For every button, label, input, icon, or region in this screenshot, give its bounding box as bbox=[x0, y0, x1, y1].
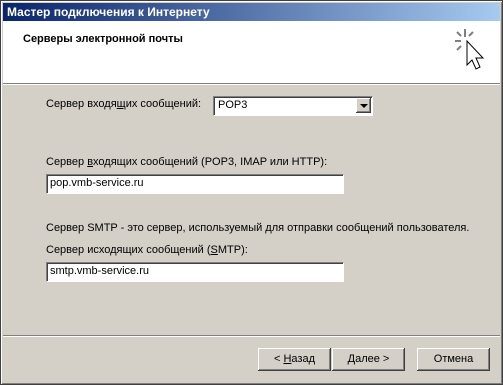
incoming-server-field-frame bbox=[46, 174, 344, 194]
incoming-server-input[interactable] bbox=[47, 175, 335, 191]
window-title: Мастер подключения к Интернету bbox=[7, 5, 210, 19]
outgoing-server-label: Сервер исходящих сообщений (SMTP): bbox=[46, 244, 248, 256]
incoming-server-label: Сервер входящих сообщений (POP3, IMAP ил… bbox=[46, 156, 328, 168]
incoming-type-select[interactable]: POP3 bbox=[213, 96, 373, 116]
smtp-info-text: Сервер SMTP - это сервер, используемый д… bbox=[46, 222, 470, 234]
cancel-button[interactable]: Отмена bbox=[417, 348, 490, 371]
incoming-type-value: POP3 bbox=[218, 99, 248, 111]
back-button[interactable]: < Назад bbox=[258, 348, 331, 371]
wizard-header: Серверы электронной почты bbox=[3, 21, 500, 83]
wizard-sparkle-cursor-icon bbox=[455, 29, 485, 70]
footer-divider bbox=[3, 335, 500, 337]
wizard-window: Мастер подключения к Интернету Серверы э… bbox=[0, 0, 503, 385]
incoming-type-label: Сервер входящих сообщений: bbox=[46, 98, 202, 110]
outgoing-server-input[interactable] bbox=[47, 263, 335, 279]
outgoing-server-field-frame bbox=[46, 262, 344, 282]
page-title: Серверы электронной почты bbox=[23, 33, 183, 45]
header-divider bbox=[3, 83, 500, 85]
title-bar[interactable]: Мастер подключения к Интернету bbox=[3, 3, 500, 21]
chevron-down-icon[interactable] bbox=[356, 98, 371, 113]
next-button[interactable]: Далее > bbox=[332, 348, 405, 371]
